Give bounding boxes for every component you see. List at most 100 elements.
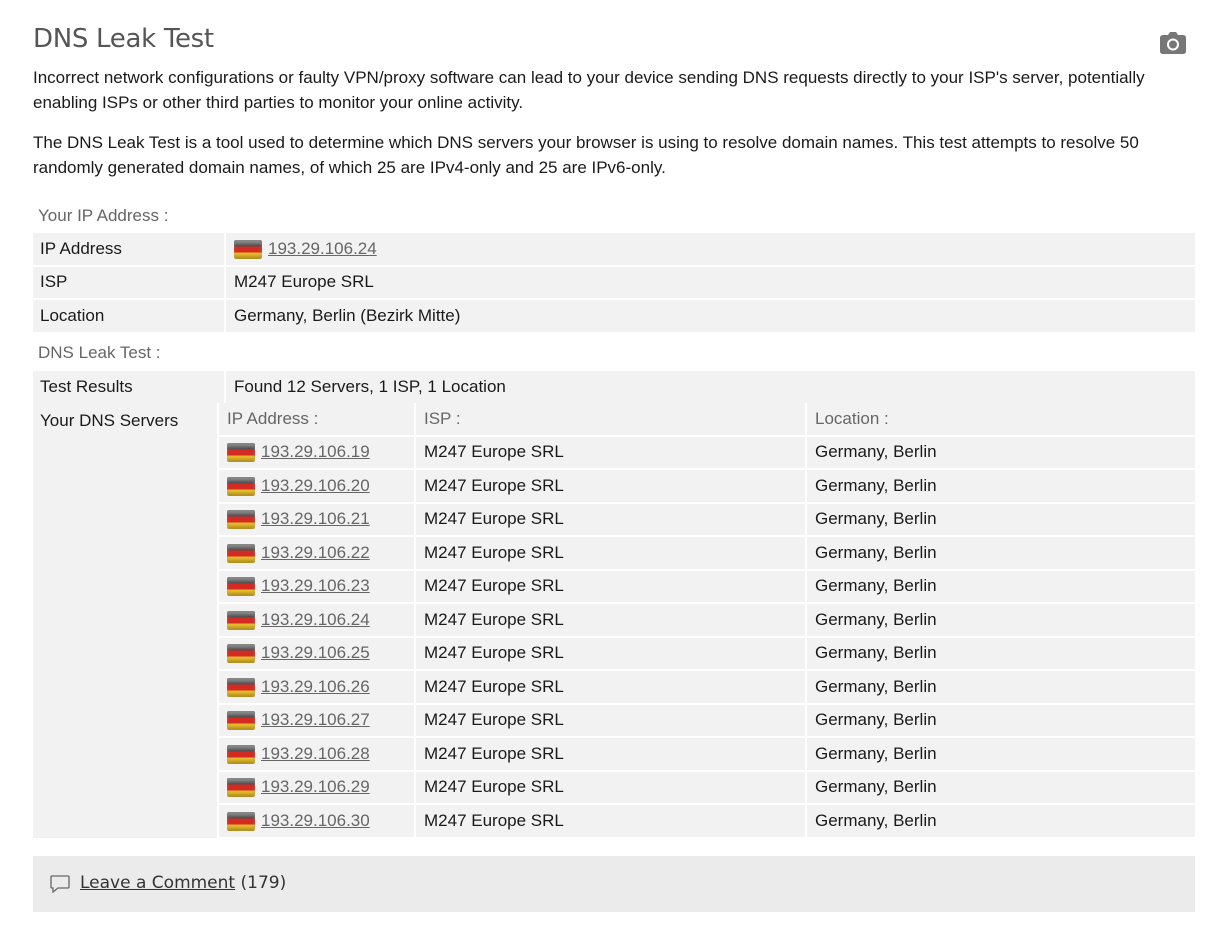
location-row: Location Germany, Berlin (Bezirk Mitte) bbox=[33, 300, 1195, 332]
table-row: 193.29.106.23 M247 Europe SRL Germany, Ber… bbox=[217, 570, 1195, 602]
column-header-isp: ISP : bbox=[414, 403, 805, 435]
server-ip-cell: 193.29.106.29 bbox=[217, 771, 414, 803]
table-row: 193.29.106.19 M247 Europe SRL Germany, Ber… bbox=[217, 436, 1195, 468]
server-ip-link[interactable]: 193.29.106.20 bbox=[261, 476, 370, 495]
server-isp: M247 Europe SRL bbox=[414, 671, 805, 703]
server-isp: M247 Europe SRL bbox=[414, 503, 805, 535]
server-isp: M247 Europe SRL bbox=[414, 537, 805, 569]
intro-paragraph-2: The DNS Leak Test is a tool used to dete… bbox=[33, 133, 1139, 177]
germany-flag-icon bbox=[227, 711, 255, 731]
server-ip-cell: 193.29.106.20 bbox=[217, 470, 414, 502]
germany-flag-icon bbox=[227, 811, 255, 831]
test-results-table: Test Results Found 12 Servers, 1 ISP, 1 … bbox=[33, 369, 1195, 405]
table-row: 193.29.106.30 M247 Europe SRL Germany, Ber… bbox=[217, 805, 1195, 837]
server-isp: M247 Europe SRL bbox=[414, 470, 805, 502]
camera-icon[interactable] bbox=[1160, 32, 1186, 54]
server-isp: M247 Europe SRL bbox=[414, 436, 805, 468]
dns-servers-label: Your DNS Servers bbox=[40, 411, 179, 430]
server-isp: M247 Europe SRL bbox=[414, 604, 805, 636]
server-ip-link[interactable]: 193.29.106.30 bbox=[261, 811, 370, 830]
server-isp: M247 Europe SRL bbox=[414, 704, 805, 736]
server-location: Germany, Berlin bbox=[805, 570, 1195, 602]
server-ip-cell: 193.29.106.19 bbox=[217, 436, 414, 468]
germany-flag-icon bbox=[227, 677, 255, 697]
server-ip-link[interactable]: 193.29.106.29 bbox=[261, 777, 370, 796]
isp-label: ISP bbox=[33, 266, 226, 298]
server-ip-link[interactable]: 193.29.106.23 bbox=[261, 576, 370, 595]
server-location: Germany, Berlin bbox=[805, 503, 1195, 535]
dns-servers-table-wrap: IP Address : ISP : Location : 193.29.106… bbox=[217, 403, 1195, 839]
server-location: Germany, Berlin bbox=[805, 805, 1195, 837]
server-ip-link[interactable]: 193.29.106.19 bbox=[261, 442, 370, 461]
server-location: Germany, Berlin bbox=[805, 771, 1195, 803]
server-location: Germany, Berlin bbox=[805, 537, 1195, 569]
germany-flag-icon bbox=[227, 476, 255, 496]
ip-address-row: IP Address 193.29.106.24 bbox=[33, 233, 1195, 265]
location-label: Location bbox=[33, 300, 226, 332]
table-row: 193.29.106.26 M247 Europe SRL Germany, Ber… bbox=[217, 671, 1195, 703]
server-location: Germany, Berlin bbox=[805, 436, 1195, 468]
dns-servers-table: IP Address : ISP : Location : 193.29.106… bbox=[217, 401, 1195, 839]
location-value: Germany, Berlin (Bezirk Mitte) bbox=[226, 300, 1195, 332]
server-ip-cell: 193.29.106.23 bbox=[217, 570, 414, 602]
isp-value: M247 Europe SRL bbox=[226, 266, 1195, 298]
germany-flag-icon bbox=[227, 510, 255, 530]
ip-address-link[interactable]: 193.29.106.24 bbox=[268, 239, 377, 258]
dns-table-header: IP Address : ISP : Location : bbox=[217, 403, 1195, 435]
server-ip-cell: 193.29.106.22 bbox=[217, 537, 414, 569]
your-ip-section-label: Your IP Address : bbox=[38, 206, 169, 225]
server-ip-cell: 193.29.106.24 bbox=[217, 604, 414, 636]
comment-bar: Leave a Comment (179) bbox=[33, 856, 1195, 912]
server-location: Germany, Berlin bbox=[805, 738, 1195, 770]
server-isp: M247 Europe SRL bbox=[414, 738, 805, 770]
leave-comment-link[interactable]: Leave a Comment bbox=[80, 873, 235, 893]
isp-row: ISP M247 Europe SRL bbox=[33, 266, 1195, 298]
table-row: 193.29.106.24 M247 Europe SRL Germany, Ber… bbox=[217, 604, 1195, 636]
germany-flag-icon bbox=[234, 239, 262, 259]
server-ip-cell: 193.29.106.21 bbox=[217, 503, 414, 535]
server-location: Germany, Berlin bbox=[805, 470, 1195, 502]
your-ip-table: IP Address 193.29.106.24 ISP M247 Europe… bbox=[33, 231, 1195, 334]
server-isp: M247 Europe SRL bbox=[414, 805, 805, 837]
comment-count: (179) bbox=[240, 873, 287, 893]
germany-flag-icon bbox=[227, 778, 255, 798]
server-ip-link[interactable]: 193.29.106.24 bbox=[261, 610, 370, 629]
server-ip-cell: 193.29.106.26 bbox=[217, 671, 414, 703]
server-ip-link[interactable]: 193.29.106.28 bbox=[261, 744, 370, 763]
test-results-row: Test Results Found 12 Servers, 1 ISP, 1 … bbox=[33, 371, 1195, 403]
test-results-label: Test Results bbox=[33, 371, 226, 403]
server-isp: M247 Europe SRL bbox=[414, 570, 805, 602]
server-ip-cell: 193.29.106.28 bbox=[217, 738, 414, 770]
comment-text: Leave a Comment (179) bbox=[80, 873, 286, 893]
germany-flag-icon bbox=[227, 644, 255, 664]
intro-paragraph-1: Incorrect network configurations or faul… bbox=[33, 68, 1145, 112]
germany-flag-icon bbox=[227, 543, 255, 563]
server-ip-link[interactable]: 193.29.106.26 bbox=[261, 677, 370, 696]
server-location: Germany, Berlin bbox=[805, 704, 1195, 736]
page-title: DNS Leak Test bbox=[33, 24, 214, 54]
comment-icon bbox=[50, 875, 70, 893]
table-row: 193.29.106.21 M247 Europe SRL Germany, Ber… bbox=[217, 503, 1195, 535]
server-location: Germany, Berlin bbox=[805, 637, 1195, 669]
table-row: 193.29.106.20 M247 Europe SRL Germany, Ber… bbox=[217, 470, 1195, 502]
server-ip-link[interactable]: 193.29.106.22 bbox=[261, 543, 370, 562]
germany-flag-icon bbox=[227, 744, 255, 764]
ip-address-label: IP Address bbox=[33, 233, 226, 265]
server-ip-link[interactable]: 193.29.106.27 bbox=[261, 710, 370, 729]
server-isp: M247 Europe SRL bbox=[414, 771, 805, 803]
dns-servers-block: Your DNS Servers IP Address : ISP : Loca… bbox=[33, 403, 1195, 839]
server-ip-link[interactable]: 193.29.106.21 bbox=[261, 509, 370, 528]
table-row: 193.29.106.25 M247 Europe SRL Germany, Ber… bbox=[217, 637, 1195, 669]
server-location: Germany, Berlin bbox=[805, 604, 1195, 636]
server-ip-cell: 193.29.106.25 bbox=[217, 637, 414, 669]
server-location: Germany, Berlin bbox=[805, 671, 1195, 703]
table-row: 193.29.106.27 M247 Europe SRL Germany, Ber… bbox=[217, 704, 1195, 736]
table-row: 193.29.106.29 M247 Europe SRL Germany, Ber… bbox=[217, 771, 1195, 803]
column-header-location: Location : bbox=[805, 403, 1195, 435]
table-row: 193.29.106.22 M247 Europe SRL Germany, Ber… bbox=[217, 537, 1195, 569]
germany-flag-icon bbox=[227, 577, 255, 597]
germany-flag-icon bbox=[227, 443, 255, 463]
dns-test-section-label: DNS Leak Test : bbox=[38, 343, 161, 362]
column-header-ip: IP Address : bbox=[217, 403, 414, 435]
server-ip-link[interactable]: 193.29.106.25 bbox=[261, 643, 370, 662]
